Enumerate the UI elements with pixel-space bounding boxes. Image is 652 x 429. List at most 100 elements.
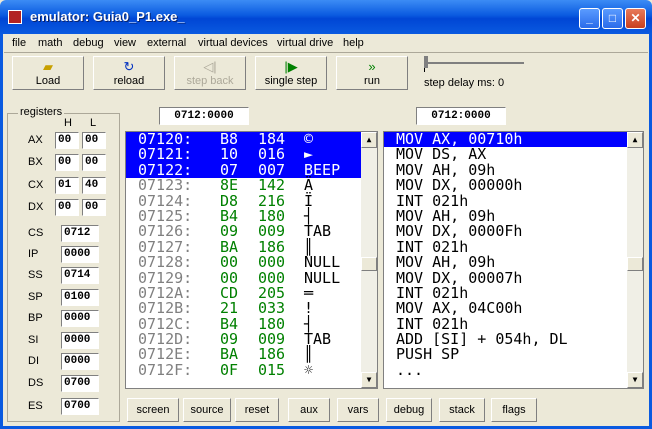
memory-scroll-thumb[interactable]: [361, 257, 377, 271]
stack-button[interactable]: stack: [439, 398, 485, 422]
memory-row-address: 0712F:: [138, 360, 193, 379]
memory-row-char: Ä: [304, 176, 314, 195]
menu-help[interactable]: help: [343, 37, 364, 49]
step-delay-slider[interactable]: [424, 62, 524, 64]
memory-row-address: 07128:: [138, 253, 193, 272]
toolbar-separator: [4, 52, 648, 53]
menu-bar: file math debug view external virtual de…: [0, 34, 652, 52]
register-dl-field[interactable]: 00: [82, 199, 106, 216]
disassembly-address-field[interactable]: 0712:0000: [416, 107, 506, 125]
maximize-icon: □: [608, 11, 617, 25]
register-es-field[interactable]: 0700: [61, 398, 99, 415]
menu-view[interactable]: view: [114, 37, 136, 49]
reload-label: reload: [113, 75, 145, 87]
disassembly-scroll-thumb[interactable]: [627, 257, 643, 271]
memory-row-address: 07123:: [138, 176, 193, 195]
high-byte-header: H: [64, 117, 72, 129]
step-back-icon: ◁|: [203, 59, 217, 74]
load-button[interactable]: ▰ Load: [12, 56, 84, 90]
register-ch-field[interactable]: 01: [55, 177, 79, 194]
memory-list[interactable]: 07120: B8 184 © 07121: 10 016 ► 07122: 07 007 BEEP 0…: [125, 131, 378, 389]
register-di-label: DI: [28, 355, 39, 367]
debug-button[interactable]: debug: [386, 398, 432, 422]
register-si-field[interactable]: 0000: [61, 332, 99, 349]
register-sp-label: SP: [28, 291, 43, 303]
run-label: run: [364, 75, 380, 87]
memory-row-char: NULL: [304, 253, 341, 272]
register-bh-field[interactable]: 00: [55, 154, 79, 171]
register-al-field[interactable]: 00: [82, 132, 106, 149]
step-delay-slider-thumb[interactable]: [424, 56, 428, 68]
reload-icon: ↻: [123, 59, 135, 74]
register-ah-field[interactable]: 00: [55, 132, 79, 149]
register-dh-field[interactable]: 00: [55, 199, 79, 216]
disassembly-row[interactable]: ...: [384, 362, 643, 378]
register-ss-field[interactable]: 0714: [61, 267, 99, 284]
load-label: Load: [35, 75, 61, 87]
register-si-label: SI: [28, 334, 39, 346]
register-ip-field[interactable]: 0000: [61, 246, 99, 263]
folder-open-icon: ▰: [43, 59, 53, 74]
memory-row-decimal: 015: [258, 360, 286, 379]
memory-row-char: ☼: [304, 360, 314, 379]
register-ds-field[interactable]: 0700: [61, 375, 99, 392]
menu-math[interactable]: math: [38, 37, 62, 49]
memory-row-hex: 0F: [220, 360, 239, 379]
flags-button[interactable]: flags: [491, 398, 537, 422]
reset-button[interactable]: reset: [235, 398, 279, 422]
register-sp-field[interactable]: 0100: [61, 289, 99, 306]
register-bp-label: BP: [28, 312, 43, 324]
disassembly-list[interactable]: MOV AX, 00710h MOV DS, AX MOV AH, 09h MOV D…: [383, 131, 644, 389]
scroll-down-icon[interactable]: ▼: [361, 372, 377, 388]
scroll-up-icon[interactable]: ▲: [361, 132, 377, 148]
register-ip-label: IP: [28, 248, 39, 260]
run-icon: »: [368, 59, 376, 74]
step-back-label: step back: [186, 75, 234, 87]
memory-row-hex: 00: [220, 253, 239, 272]
menu-external[interactable]: external: [147, 37, 186, 49]
menu-debug[interactable]: debug: [73, 37, 104, 49]
low-byte-header: L: [90, 117, 97, 129]
register-dx-label: DX: [28, 201, 44, 213]
scroll-down-icon[interactable]: ▼: [627, 372, 643, 388]
reload-button[interactable]: ↻ reload: [93, 56, 165, 90]
menu-virtual-devices[interactable]: virtual devices: [198, 37, 268, 49]
menu-file[interactable]: file: [12, 37, 26, 49]
step-delay-label: step delay ms: 0: [424, 77, 505, 89]
close-icon: ✕: [630, 11, 641, 25]
vars-button[interactable]: vars: [337, 398, 379, 422]
register-bp-field[interactable]: 0000: [61, 310, 99, 327]
menu-virtual-drive[interactable]: virtual drive: [277, 37, 333, 49]
scroll-up-icon[interactable]: ▲: [627, 132, 643, 148]
run-button[interactable]: » run: [336, 56, 408, 90]
memory-row-decimal: 000: [258, 253, 286, 272]
source-button[interactable]: source: [183, 398, 231, 422]
register-di-field[interactable]: 0000: [61, 353, 99, 370]
step-delay-ticks: [424, 68, 525, 72]
minimize-button[interactable]: _: [579, 8, 600, 29]
maximize-button[interactable]: □: [602, 8, 623, 29]
register-ds-label: DS: [28, 377, 44, 389]
register-ax-label: AX: [28, 134, 43, 146]
single-step-button[interactable]: |▶ single step: [255, 56, 327, 90]
aux-button[interactable]: aux: [288, 398, 330, 422]
app-icon: [8, 10, 22, 24]
title-bar[interactable]: emulator: Guia0_P1.exe_ _ □ ✕: [0, 0, 652, 34]
register-cs-field[interactable]: 0712: [61, 225, 99, 242]
register-cl-field[interactable]: 40: [82, 177, 106, 194]
close-button[interactable]: ✕: [625, 8, 646, 29]
memory-row-hex: 8E: [220, 176, 239, 195]
memory-row-decimal: 142: [258, 176, 286, 195]
disassembly-scrollbar[interactable]: ▲ ▼: [627, 132, 643, 388]
memory-row[interactable]: 0712F: 0F 015 ☼: [126, 360, 377, 379]
memory-scrollbar[interactable]: ▲ ▼: [361, 132, 377, 388]
register-bl-field[interactable]: 00: [82, 154, 106, 171]
screen-button[interactable]: screen: [127, 398, 179, 422]
step-back-button[interactable]: ◁| step back: [174, 56, 246, 90]
single-step-icon: |▶: [284, 59, 298, 74]
register-bx-label: BX: [28, 156, 43, 168]
memory-address-field[interactable]: 0712:0000: [159, 107, 249, 125]
register-es-label: ES: [28, 400, 43, 412]
single-step-label: single step: [264, 75, 318, 87]
window-title: emulator: Guia0_P1.exe_: [30, 9, 185, 24]
